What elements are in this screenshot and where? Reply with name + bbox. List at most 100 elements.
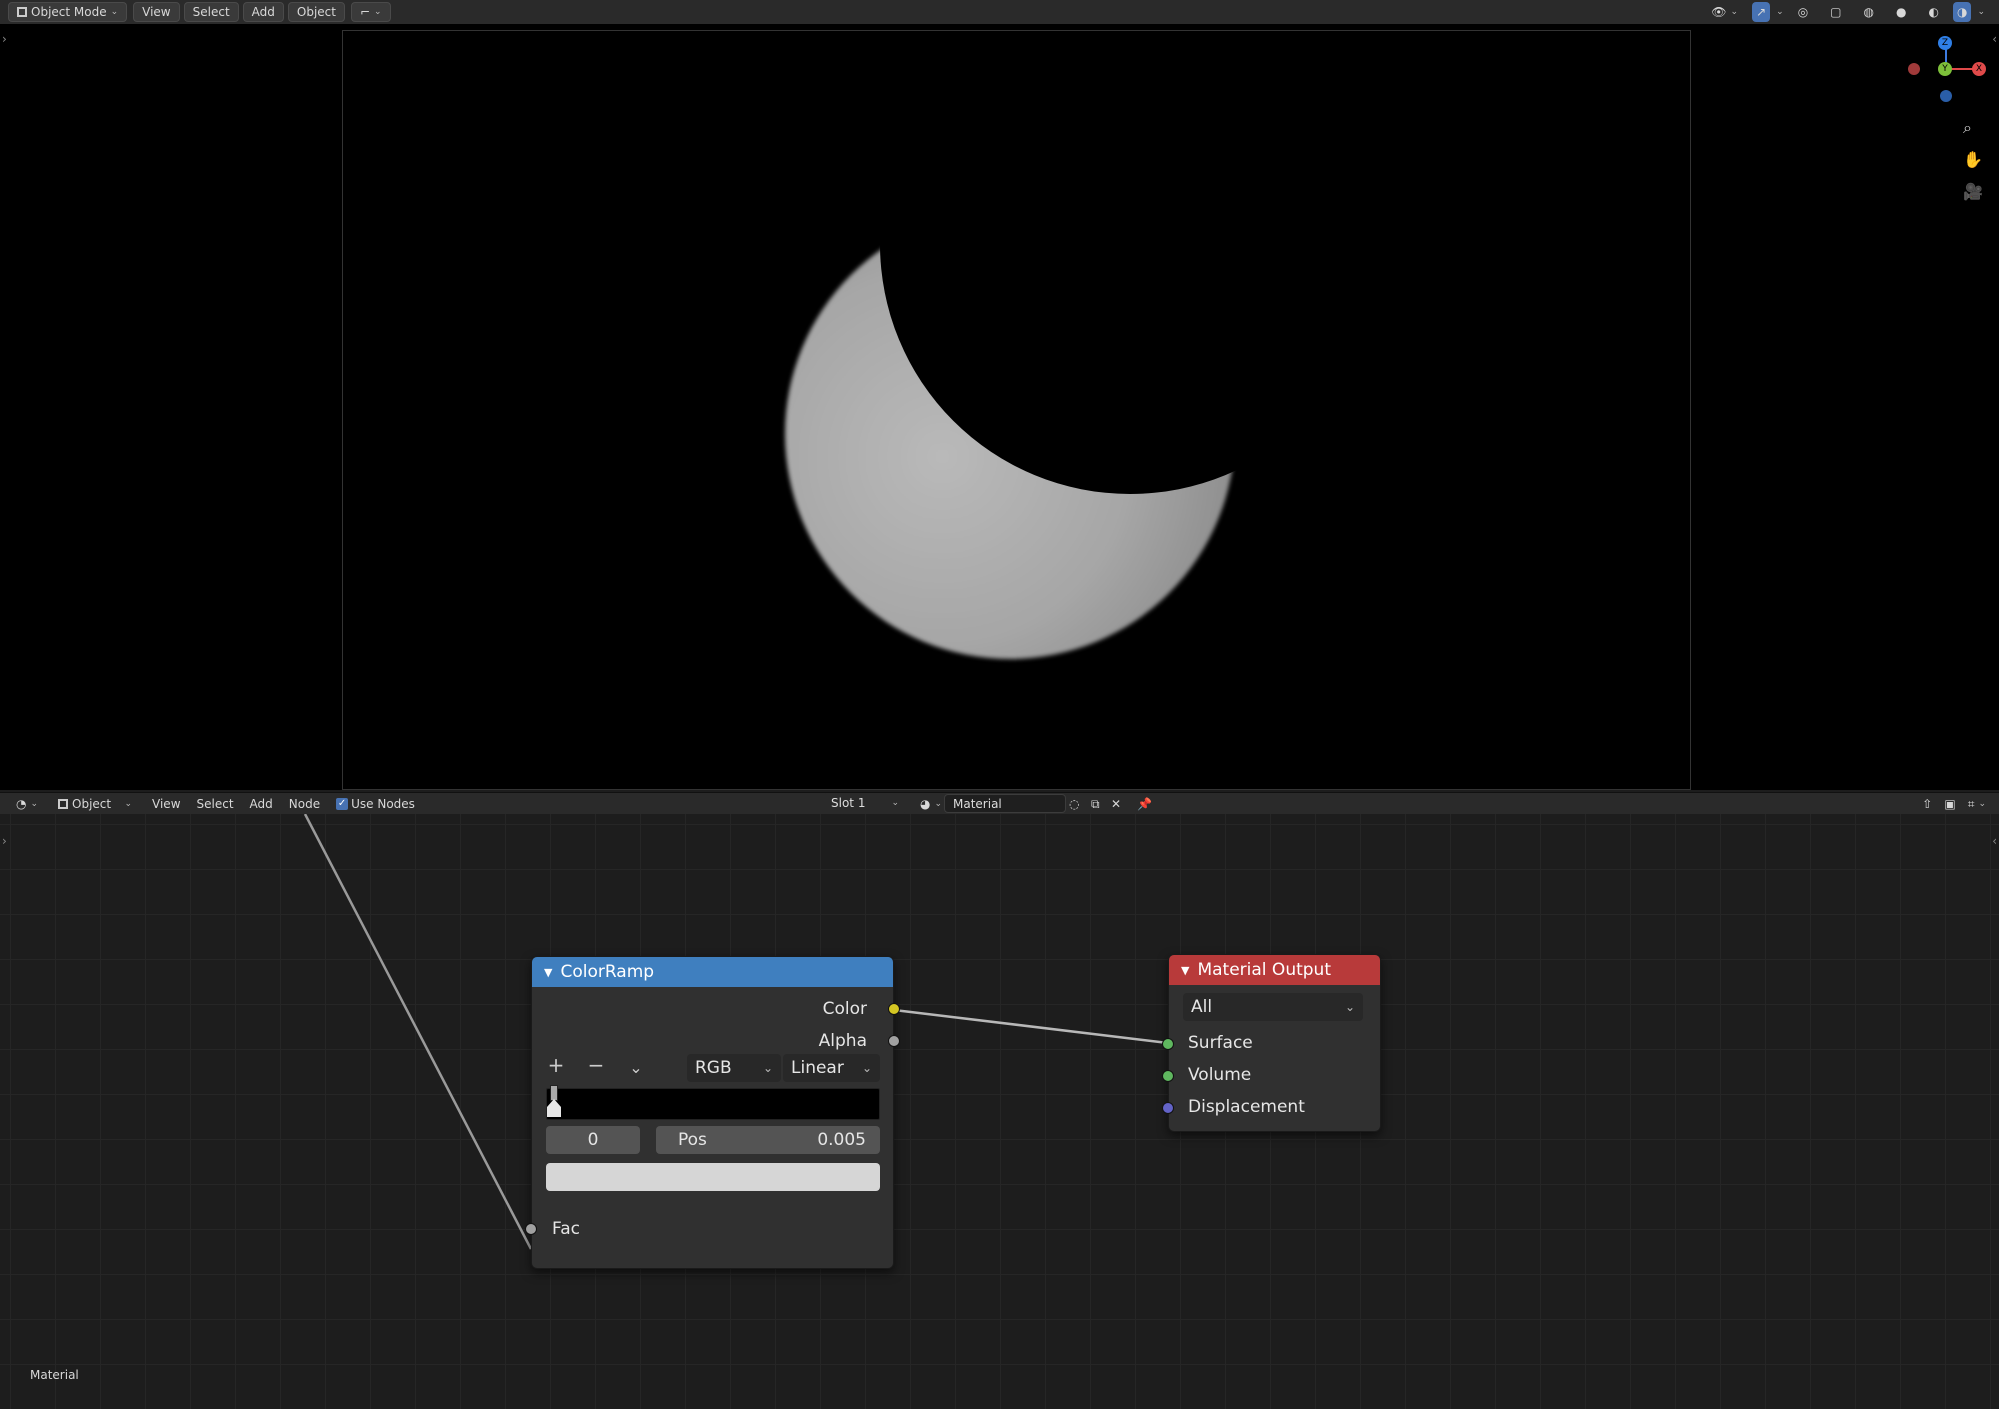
add-stop-plus-icon[interactable]: + — [544, 1053, 568, 1077]
crescent-moon-render — [785, 209, 1235, 659]
interpolation-dropdown[interactable]: Linear ⌄ — [783, 1054, 880, 1082]
solid-shading-icon[interactable]: ● — [1888, 2, 1914, 22]
stop-color-swatch[interactable] — [546, 1163, 880, 1191]
node-menu-node[interactable]: Node — [281, 794, 328, 814]
slot-label: Slot 1 — [831, 796, 866, 810]
colorramp-node-header[interactable]: ▼ ColorRamp — [532, 957, 893, 987]
pin-icon[interactable]: 📌 — [1134, 794, 1155, 814]
orientation-icon: ⌐ — [359, 5, 371, 19]
volume-input-label: Volume — [1188, 1065, 1252, 1085]
chevron-down-icon: ⌄ — [124, 798, 133, 809]
shader-type-label: Object — [72, 796, 112, 811]
alpha-output-socket[interactable] — [888, 1035, 900, 1047]
visibility-icon[interactable]: 👁 ⌄ — [1703, 2, 1746, 22]
color-to-surface-link — [893, 1008, 1169, 1045]
camera-view-icon[interactable]: 🎥 — [1963, 182, 1983, 201]
pan-hand-icon[interactable]: ✋ — [1963, 150, 1983, 169]
interpolation-label: Linear — [791, 1058, 844, 1078]
3d-viewport[interactable]: › ‹ Z Y X ⌕ ✋ 🎥 — [0, 24, 1999, 790]
pos-label: Pos — [678, 1130, 707, 1150]
color-stop-handle[interactable] — [547, 1085, 561, 1119]
node-editor-header: ◔ ⌄ Object ⌄ View Select Add Node ✓ Use N… — [0, 792, 1999, 814]
colorramp-node-title: ColorRamp — [560, 962, 655, 982]
ramp-options-chevron-icon[interactable]: ⌄ — [624, 1055, 648, 1079]
color-output-socket[interactable] — [888, 1003, 900, 1015]
material-output-node[interactable]: ▼ Material Output All ⌄ Surface Volume D… — [1162, 954, 1381, 1132]
chevron-down-icon: ⌄ — [891, 798, 899, 808]
toolbar-expand-icon[interactable]: › — [2, 32, 7, 46]
chevron-down-icon: ⌄ — [861, 1061, 872, 1075]
shader-type-dropdown[interactable]: Object ⌄ — [50, 794, 140, 814]
use-nodes-toggle[interactable]: ✓ Use Nodes — [328, 794, 423, 814]
overlays-icon[interactable]: ◎ — [1790, 2, 1816, 22]
remove-stop-minus-icon[interactable]: − — [584, 1053, 608, 1077]
y-axis-icon[interactable]: Y — [1938, 62, 1952, 76]
render-target-dropdown[interactable]: All ⌄ — [1183, 993, 1363, 1021]
object-icon — [58, 798, 69, 809]
displacement-input-label: Displacement — [1188, 1097, 1305, 1117]
gizmo-toggle-icon[interactable]: ↗ — [1752, 2, 1771, 22]
new-material-copy-icon[interactable]: ⧉ — [1088, 794, 1103, 814]
object-mode-dropdown[interactable]: Object Mode ⌄ — [8, 2, 128, 22]
material-name-field[interactable]: Material — [944, 794, 1066, 813]
fake-user-shield-icon[interactable]: ◌ — [1066, 794, 1082, 814]
object-mode-label: Object Mode — [31, 5, 107, 19]
use-nodes-label: Use Nodes — [351, 796, 415, 811]
viewport-menu-view[interactable]: View — [133, 2, 180, 22]
zoom-icon[interactable]: ⌕ — [1963, 118, 1972, 138]
wireframe-shading-icon[interactable]: ◍ — [1856, 2, 1882, 22]
node-header-right: ⇧ ▣ ⌗ ⌄ — [1919, 794, 1989, 814]
material-sphere-icon: ◕ — [920, 797, 931, 811]
chevron-down-icon[interactable]: ⌄ — [1977, 7, 1985, 17]
viewport-menu-add[interactable]: Add — [242, 2, 284, 22]
chevron-down-icon: ⌄ — [30, 798, 39, 809]
node-menu-select[interactable]: Select — [189, 794, 242, 814]
chevron-down-icon: ⌄ — [110, 7, 119, 17]
rendered-shading-icon[interactable]: ◑ — [1952, 2, 1972, 22]
pos-value: 0.005 — [817, 1130, 866, 1150]
neg-z-axis-icon[interactable] — [1940, 90, 1952, 102]
fac-input-label: Fac — [552, 1219, 580, 1239]
node-menu-view[interactable]: View — [144, 794, 188, 814]
collapse-triangle-icon[interactable]: ▼ — [1181, 964, 1189, 977]
color-mode-dropdown[interactable]: RGB ⌄ — [687, 1054, 781, 1082]
collapse-triangle-icon[interactable]: ▼ — [544, 966, 552, 979]
xray-icon[interactable]: ▢ — [1822, 2, 1849, 22]
node-links — [303, 814, 1169, 1250]
snap-icon[interactable]: ⌗ ⌄ — [1965, 794, 1989, 814]
checkbox-checked-icon[interactable]: ✓ — [336, 797, 349, 810]
editor-type-dropdown[interactable]: ◔ ⌄ — [8, 794, 46, 814]
stop-position-field[interactable]: Pos 0.005 — [656, 1126, 880, 1154]
neg-x-axis-icon[interactable] — [1908, 63, 1920, 75]
viewport-header: Object Mode ⌄ View Select Add Object ⌐ ⌄ … — [0, 0, 1999, 24]
navigation-gizmo[interactable]: Z Y X — [1900, 32, 1990, 122]
transform-orientation-dropdown[interactable]: ⌐ ⌄ — [350, 2, 391, 22]
node-editor-icon: ◔ — [16, 796, 27, 811]
colorramp-node[interactable]: ▼ ColorRamp Color Alpha + − ⌄ RGB ⌄ Line… — [525, 956, 900, 1269]
z-axis-icon[interactable]: Z — [1938, 36, 1952, 50]
unlink-material-close-icon[interactable]: ✕ — [1108, 794, 1124, 814]
backdrop-icon[interactable]: ▣ — [1941, 794, 1958, 814]
viewport-menu-select[interactable]: Select — [183, 2, 239, 22]
color-ramp-gradient-bar[interactable] — [546, 1085, 880, 1120]
alpha-output-label: Alpha — [818, 1031, 867, 1051]
parent-node-tree-icon[interactable]: ⇧ — [1919, 794, 1935, 814]
displacement-input-socket[interactable] — [1162, 1102, 1174, 1114]
chevron-down-icon[interactable]: ⌄ — [1776, 7, 1784, 17]
active-stop-index-field[interactable]: 0 — [546, 1126, 640, 1154]
slot-dropdown[interactable]: Slot 1 ⌄ — [823, 793, 907, 813]
chevron-down-icon: ⌄ — [762, 1061, 773, 1075]
fac-input-link — [303, 814, 533, 1250]
sidebar-expand-icon[interactable]: ‹ — [1992, 32, 1997, 46]
node-editor-canvas[interactable]: › ‹ ▼ ColorRamp Color Alpha + − ⌄ RGB ⌄ … — [0, 814, 1999, 1409]
fac-input-socket[interactable] — [525, 1223, 537, 1235]
material-shading-icon[interactable]: ◐ — [1920, 2, 1946, 22]
material-output-node-header[interactable]: ▼ Material Output — [1169, 955, 1380, 985]
surface-input-socket[interactable] — [1162, 1038, 1174, 1050]
node-menu-add[interactable]: Add — [242, 794, 281, 814]
volume-input-socket[interactable] — [1162, 1070, 1174, 1082]
x-axis-icon[interactable]: X — [1972, 62, 1986, 76]
render-target-label: All — [1191, 997, 1213, 1017]
color-mode-label: RGB — [695, 1058, 732, 1078]
viewport-menu-object[interactable]: Object — [287, 2, 345, 22]
